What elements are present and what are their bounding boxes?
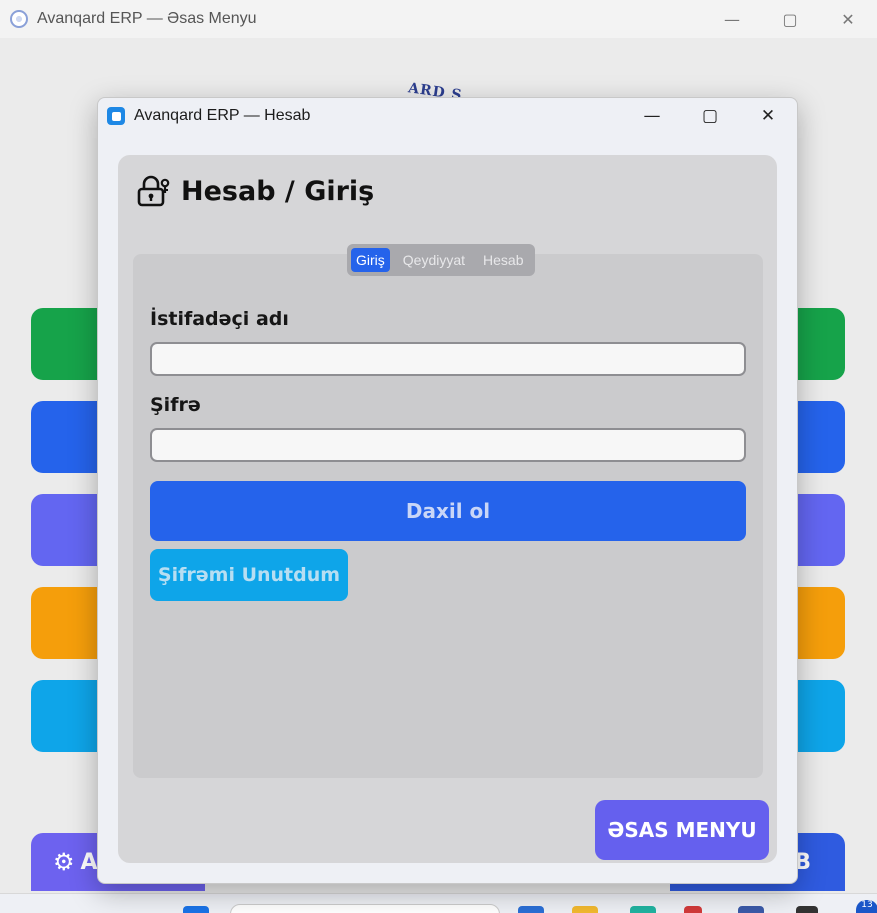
notification-badge: 13 [856,900,877,913]
dialog-titlebar: Avanqard ERP — Hesab — ▢ ✕ [98,98,797,134]
password-input[interactable] [150,428,746,462]
minimize-icon[interactable]: — [703,0,761,38]
maximize-icon[interactable]: ▢ [681,98,739,134]
tab-bar: Giriş Qeydiyyat Hesab [347,244,535,276]
taskbar-app-icon[interactable] [630,906,656,913]
password-label: Şifrə [150,394,201,416]
dialog-window-controls: — ▢ ✕ [623,98,797,134]
close-icon[interactable]: ✕ [739,98,797,134]
account-panel: Hesab / Giriş Giriş Qeydiyyat Hesab İsti… [118,155,777,863]
maximize-icon[interactable]: ▢ [761,0,819,38]
folder-icon[interactable] [572,906,598,913]
app-icon [107,107,125,125]
username-label: İstifadəçi adı [150,308,289,330]
background-window-title: Avanqard ERP — Əsas Menyu [37,10,257,27]
minimize-icon[interactable]: — [623,98,681,134]
taskbar-app-icon[interactable] [684,906,702,913]
main-menu-button[interactable]: ƏSAS MENYU [595,800,769,860]
gear-icon: ⚙ [53,848,75,876]
dialog-title: Avanqard ERP — Hesab [134,107,311,124]
settings-button-label: A [80,849,98,875]
panel-header: Hesab / Giriş [137,175,374,207]
forgot-password-button[interactable]: Şifrəmi Unutdum [150,549,348,601]
page-title: Hesab / Giriş [181,175,375,207]
taskbar-search[interactable] [230,904,500,913]
taskbar [0,893,877,913]
taskbar-app-icon[interactable] [518,906,544,913]
tab-account[interactable]: Hesab [478,248,528,272]
start-icon[interactable] [183,906,209,913]
app-logo-icon [10,10,28,28]
username-input[interactable] [150,342,746,376]
taskbar-app-icon[interactable] [796,906,818,913]
background-window-controls: — ▢ ✕ [703,0,877,38]
taskbar-app-icon[interactable] [738,906,764,913]
tab-login[interactable]: Giriş [351,248,390,272]
close-icon[interactable]: ✕ [819,0,877,38]
tab-register[interactable]: Qeydiyyat [398,248,470,272]
login-button[interactable]: Daxil ol [150,481,746,541]
account-dialog: Avanqard ERP — Hesab — ▢ ✕ Hesab / Giriş… [97,97,798,884]
lock-key-icon [137,175,170,207]
background-window-titlebar: Avanqard ERP — Əsas Menyu — ▢ ✕ [0,0,877,38]
